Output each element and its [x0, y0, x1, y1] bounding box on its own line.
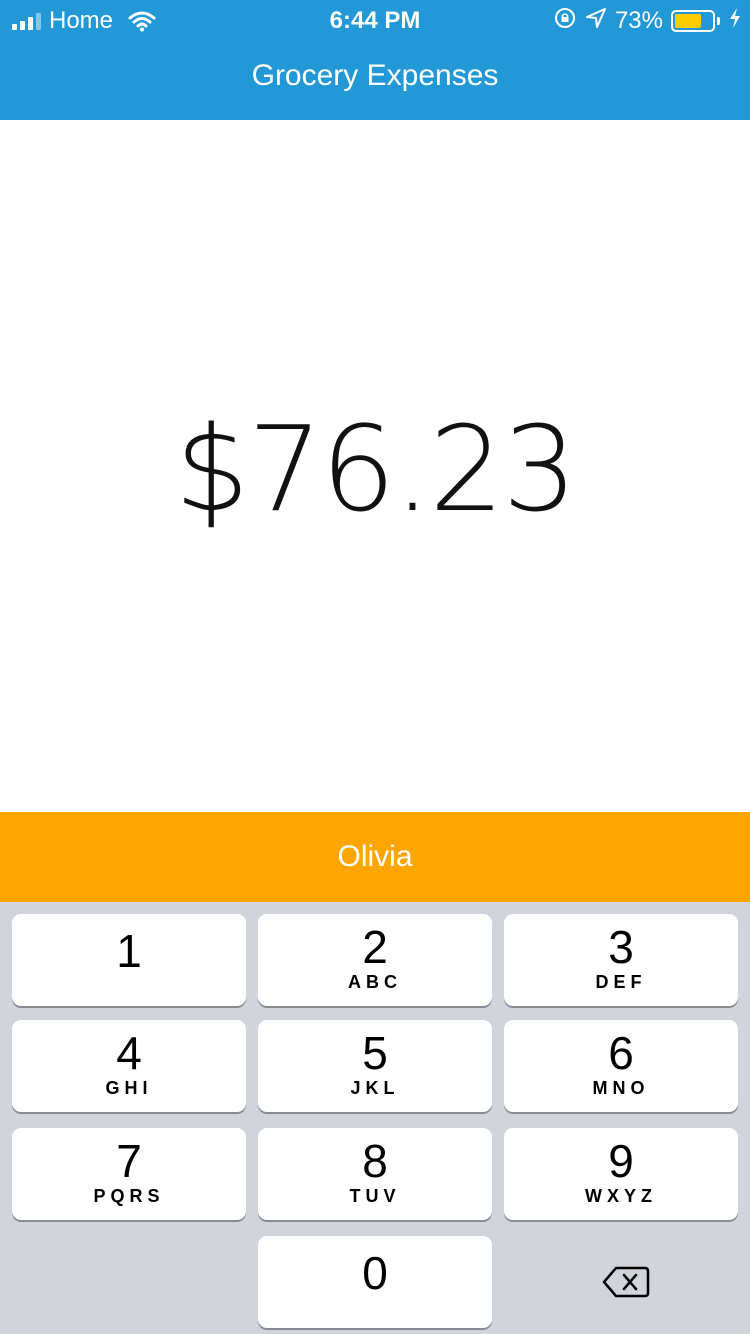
key-4[interactable]: 4 GHI — [12, 1020, 246, 1112]
delete-button[interactable] — [580, 1260, 672, 1308]
amount-value: $76.23 — [174, 400, 578, 538]
rotation-lock-icon — [553, 6, 577, 37]
backspace-icon — [602, 1265, 650, 1304]
key-digit: 6 — [608, 1027, 634, 1079]
key-1[interactable]: 1 — [12, 914, 246, 1006]
battery-percent: 73% — [614, 7, 663, 34]
key-letters: MNO — [592, 1078, 650, 1098]
key-3[interactable]: 3 DEF — [504, 914, 738, 1006]
key-letters: DEF — [595, 972, 647, 992]
key-7[interactable]: 7 PQRS — [12, 1128, 246, 1220]
key-8[interactable]: 8 TUV — [258, 1128, 492, 1220]
key-digit: 1 — [116, 925, 142, 977]
key-letters: JKL — [350, 1078, 400, 1098]
key-6[interactable]: 6 MNO — [504, 1020, 738, 1112]
nav-bar: Home 6:44 PM 73% Grocery Expenses — [0, 0, 750, 120]
charging-icon — [728, 7, 742, 36]
key-digit: 5 — [362, 1027, 388, 1079]
key-letters: PQRS — [93, 1186, 165, 1206]
key-9[interactable]: 9 WXYZ — [504, 1128, 738, 1220]
key-digit: 8 — [362, 1135, 388, 1187]
battery-icon — [671, 10, 720, 32]
key-digit: 2 — [362, 921, 388, 973]
key-digit: 7 — [116, 1135, 142, 1187]
key-2[interactable]: 2 ABC — [258, 914, 492, 1006]
page-title: Grocery Expenses — [251, 59, 499, 92]
amount-display: $76.23 — [0, 400, 750, 538]
key-digit: 9 — [608, 1135, 634, 1187]
key-digit: 4 — [116, 1027, 142, 1079]
key-5[interactable]: 5 JKL — [258, 1020, 492, 1112]
key-digit: 3 — [608, 921, 634, 973]
key-digit: 0 — [362, 1247, 388, 1299]
status-bar: Home 6:44 PM 73% — [0, 0, 750, 40]
location-icon — [585, 7, 607, 36]
key-letters: WXYZ — [585, 1186, 657, 1206]
key-letters: ABC — [348, 972, 402, 992]
key-letters: GHI — [105, 1078, 153, 1098]
numeric-keypad: 1 2 ABC 3 DEF 4 GHI 5 JKL 6 MNO 7 PQRS 8… — [0, 902, 750, 1334]
person-selector[interactable]: Olivia — [0, 812, 750, 902]
key-letters: TUV — [349, 1186, 401, 1206]
key-0[interactable]: 0 — [258, 1236, 492, 1328]
